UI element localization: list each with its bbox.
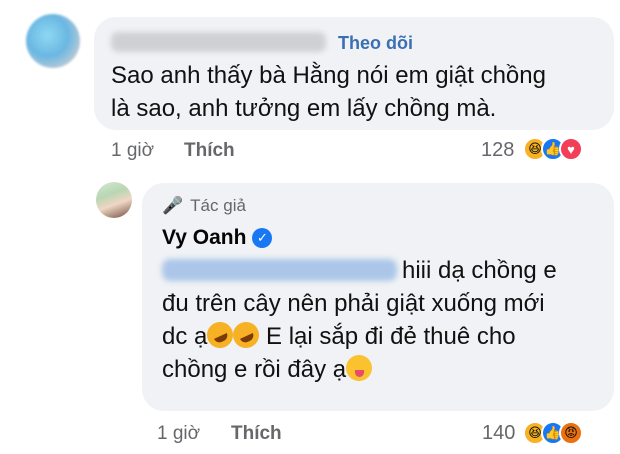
reaction-icons[interactable]: 😆 👍 ♥ [523,137,583,161]
comment-timestamp[interactable]: 1 giờ [111,140,154,162]
author-avatar[interactable] [96,182,132,218]
reaction-icons[interactable]: 😆 👍 😡 [523,421,583,445]
reply-text-line: chồng e rồi đây ạ [162,356,347,383]
love-icon: ♥ [559,137,583,161]
reply-text-segment: E lại sắp đi đẻ thuê cho [259,323,516,350]
verified-badge-icon: ✓ [252,228,273,248]
reaction-count[interactable]: 140 [482,422,515,445]
comment-text-line: Sao anh thấy bà Hằng nói em giật chồng [111,62,546,89]
reply-timestamp[interactable]: 1 giờ [157,423,200,445]
author-badge-label: Tác giả [190,196,246,215]
comment-text-line: là sao, anh tưởng em lấy chồng mà. [111,95,497,122]
commenter-avatar[interactable] [26,14,80,68]
reply-text-line: đu trên cây nên phải giật xuống mới [162,290,545,317]
like-button[interactable]: Thích [231,423,282,445]
reply-text-line: hiii dạ chồng e [402,257,557,284]
author-badge: 🎤 Tác giả [162,196,246,216]
angry-icon: 😡 [559,421,583,445]
author-name[interactable]: Vy Oanh ✓ [162,226,273,250]
follow-button[interactable]: Theo dõi [338,33,413,54]
microphone-icon: 🎤 [162,196,184,215]
reaction-count[interactable]: 128 [481,139,514,162]
reply-text-segment: dc ạ [162,323,208,350]
blurred-commenter-name[interactable] [111,32,326,52]
author-name-label[interactable]: Vy Oanh [162,226,246,250]
like-button[interactable]: Thích [184,140,235,162]
yum-emoji-icon [346,355,373,381]
comment-text: Sao anh thấy bà Hằng nói em giật chồng l… [111,59,601,125]
reply-text: hiii dạ chồng e đu trên cây nên phải giậ… [162,254,602,386]
